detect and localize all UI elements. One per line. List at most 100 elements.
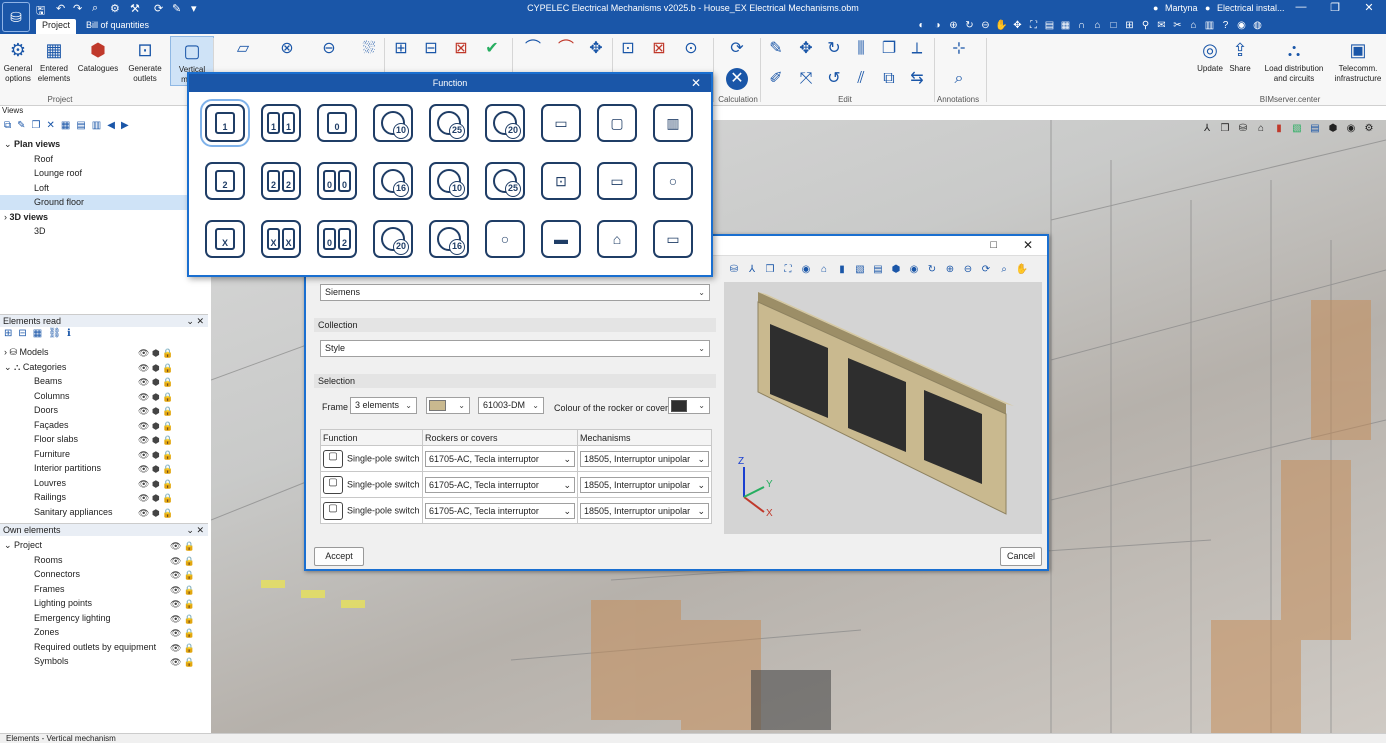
- settings-icon[interactable]: ⚙: [1362, 123, 1376, 137]
- cube-icon[interactable]: ❒: [762, 264, 778, 278]
- cut-icon[interactable]: ✂: [1171, 19, 1184, 32]
- function-option-1-7[interactable]: ▭: [597, 162, 637, 200]
- function-option-2-4[interactable]: 16: [429, 220, 469, 258]
- axis-icon[interactable]: ⅄: [744, 264, 760, 278]
- rotate-icon[interactable]: ↻: [963, 19, 976, 32]
- zoom-icon[interactable]: ⊖: [960, 264, 976, 278]
- tree-own-item[interactable]: Symbols 👁 🔒: [0, 654, 208, 669]
- delete-icon[interactable]: ⊠: [648, 38, 670, 60]
- rocker-cell[interactable]: 61705-AC, Tecla interruptor ⌄: [422, 445, 578, 472]
- eye-icon[interactable]: ◉: [1344, 123, 1358, 137]
- box-icon[interactable]: ⬢: [1326, 123, 1340, 137]
- function-cell[interactable]: ▢ Single-pole switch: [320, 471, 423, 498]
- tree-own-item[interactable]: Rooms 👁 🔒: [0, 553, 208, 568]
- entered-elements-button[interactable]: ▦ Entered elements: [32, 36, 76, 84]
- function-option-2-2[interactable]: 02: [317, 220, 357, 258]
- copy-view-icon[interactable]: ❐: [32, 120, 41, 134]
- mirror-icon[interactable]: ⫽: [850, 68, 872, 90]
- tree-own-item[interactable]: Connectors 👁 🔒: [0, 567, 208, 582]
- assign-icon[interactable]: ⊟: [420, 38, 442, 60]
- tree-own-item[interactable]: Required outlets by equipment 👁 🔒: [0, 640, 208, 655]
- manufacturer-select[interactable]: Siemens ⌄: [320, 284, 710, 301]
- expand-icon[interactable]: ⊞: [4, 328, 12, 344]
- tree-category[interactable]: Columns 👁 ⬢ 🔒: [0, 389, 208, 404]
- array-icon[interactable]: ⧉: [878, 68, 900, 90]
- telecomm-button[interactable]: ▣ Telecomm. infrastructure: [1330, 36, 1386, 84]
- tree-category[interactable]: Furniture 👁 ⬢ 🔒: [0, 447, 208, 462]
- generate-outlets-button[interactable]: ⊡ Generate outlets: [123, 36, 167, 84]
- collection-select[interactable]: Style ⌄: [320, 340, 710, 357]
- pan-icon[interactable]: ✋: [995, 19, 1008, 32]
- function-option-1-1[interactable]: 22: [261, 162, 301, 200]
- function-option-0-8[interactable]: ▥: [653, 104, 693, 142]
- tree-plan-views[interactable]: ⌄ Plan views: [0, 137, 208, 152]
- function-option-1-3[interactable]: 16: [373, 162, 413, 200]
- prev-icon[interactable]: ◀: [107, 120, 115, 134]
- grid-icon[interactable]: ▦: [33, 328, 42, 344]
- globe-icon[interactable]: ◍: [1251, 19, 1264, 32]
- tree-item-ground-floor[interactable]: Ground floor: [0, 195, 208, 210]
- mechanism-preview[interactable]: Z X Y: [724, 282, 1042, 534]
- function-option-2-7[interactable]: ⌂: [597, 220, 637, 258]
- section-icon[interactable]: ▤: [1308, 123, 1322, 137]
- function-option-0-4[interactable]: 25: [429, 104, 469, 142]
- tree-item-lounge-roof[interactable]: Lounge roof: [0, 166, 208, 181]
- tree-category[interactable]: Beams 👁 ⬢ 🔒: [0, 374, 208, 389]
- tree-category[interactable]: Louvres 👁 ⬢ 🔒: [0, 476, 208, 491]
- user-name[interactable]: Martyna: [1165, 3, 1198, 13]
- mechanism-cell[interactable]: 18505, Interruptor unipolar ⌄: [577, 445, 712, 472]
- layers-icon[interactable]: ⛁: [726, 264, 742, 278]
- close-icon[interactable]: ✕: [1023, 238, 1033, 252]
- function-option-0-7[interactable]: ▢: [597, 104, 637, 142]
- function-option-2-0[interactable]: X: [205, 220, 245, 258]
- collapse-icon[interactable]: ⊟: [18, 328, 26, 344]
- pin-icon[interactable]: ⚲: [1139, 19, 1152, 32]
- function-option-1-4[interactable]: 10: [429, 162, 469, 200]
- tab-bill-of-quantities[interactable]: Bill of quantities: [80, 19, 155, 34]
- view-icon[interactable]: ◐: [915, 19, 928, 32]
- tile-icon[interactable]: ▤: [76, 120, 85, 134]
- eye-icon[interactable]: ◉: [798, 264, 814, 278]
- tree-own-item[interactable]: Lighting points 👁 🔒: [0, 596, 208, 611]
- tree-own-item[interactable]: Zones 👁 🔒: [0, 625, 208, 640]
- function-option-1-5[interactable]: 25: [485, 162, 525, 200]
- tree-item-roof[interactable]: Roof: [0, 152, 208, 167]
- grid-icon[interactable]: ▦: [1059, 19, 1072, 32]
- move-icon[interactable]: ✥: [795, 38, 817, 60]
- link-icon[interactable]: ⛓: [48, 328, 61, 344]
- plane-icon[interactable]: ▧: [1290, 123, 1304, 137]
- rotate-icon[interactable]: ⟳: [978, 264, 994, 278]
- layers-icon[interactable]: ⛶: [780, 264, 796, 278]
- window-icon[interactable]: ▥: [92, 120, 101, 134]
- axis-icon[interactable]: ⅄: [1200, 123, 1214, 137]
- annotation-search-icon[interactable]: ⌕: [948, 68, 970, 90]
- frame-icon[interactable]: □: [1107, 19, 1120, 32]
- mechanism-cell[interactable]: 18505, Interruptor unipolar ⌄: [577, 471, 712, 498]
- frame-select[interactable]: 3 elements ⌄: [350, 397, 417, 414]
- function-option-2-1[interactable]: XX: [261, 220, 301, 258]
- accept-button[interactable]: Accept: [314, 547, 364, 566]
- color-icon[interactable]: ▮: [1272, 123, 1286, 137]
- fit-icon[interactable]: ⛶: [1027, 19, 1040, 32]
- function-option-1-6[interactable]: ⊡: [541, 162, 581, 200]
- switch-function-icon[interactable]: ▢: [323, 449, 343, 468]
- tree-category[interactable]: Sanitary appliances 👁 ⬢ 🔒: [0, 505, 208, 520]
- frame-reference-select[interactable]: 61003-DM ⌄: [478, 397, 544, 414]
- copy-icon[interactable]: ❐: [878, 38, 900, 60]
- clip-icon[interactable]: ⌂: [1187, 19, 1200, 32]
- zoom-icon[interactable]: ⊕: [942, 264, 958, 278]
- tree-item-loft[interactable]: Loft: [0, 181, 208, 196]
- tree-item-3d[interactable]: 3D: [0, 224, 208, 239]
- tree-3d-views[interactable]: › 3D views: [0, 210, 208, 225]
- function-option-1-2[interactable]: 00: [317, 162, 357, 200]
- frame-color-select[interactable]: ⌄: [426, 397, 470, 414]
- close-icon[interactable]: ✕: [1352, 1, 1386, 14]
- function-option-0-0[interactable]: 1: [200, 99, 250, 147]
- function-cell[interactable]: ▢ Single-pole switch: [320, 497, 423, 524]
- emergency-icon[interactable]: ⊖: [318, 38, 340, 60]
- function-option-0-2[interactable]: 0: [317, 104, 357, 142]
- tree-category[interactable]: Interior partitions 👁 ⬢ 🔒: [0, 461, 208, 476]
- tree-own-item[interactable]: Emergency lighting 👁 🔒: [0, 611, 208, 626]
- function-option-1-0[interactable]: 2: [205, 162, 245, 200]
- switch-function-icon[interactable]: ▢: [323, 475, 343, 494]
